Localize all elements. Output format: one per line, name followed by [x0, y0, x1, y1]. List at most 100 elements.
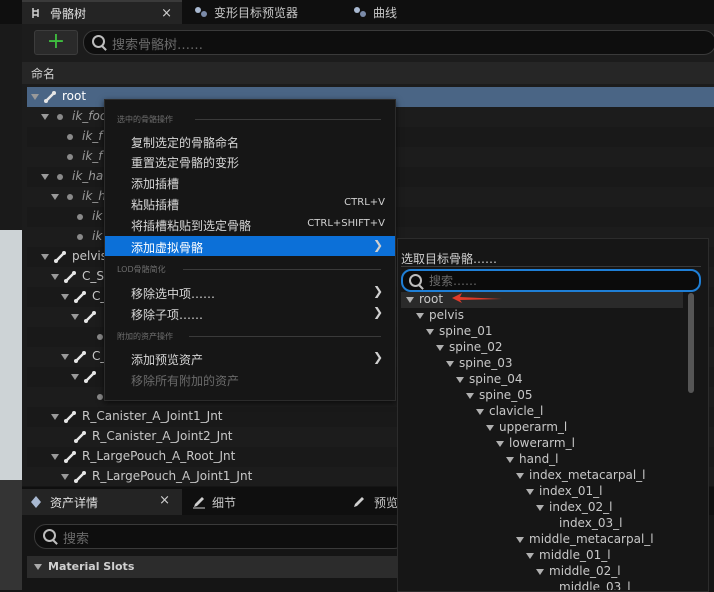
- bone-icon: [54, 251, 66, 263]
- tree-row-label: R_Canister_A_Joint1_Jnt: [82, 409, 223, 423]
- bone-icon: [44, 91, 56, 103]
- bone-list-item[interactable]: root: [401, 292, 683, 308]
- add-button[interactable]: +: [34, 30, 78, 55]
- bone-list-item[interactable]: lowerarm_l: [401, 436, 683, 452]
- menu-divider: [195, 119, 381, 120]
- context-menu: 选中的骨骼操作 复制选定的骨骼命名 重置选定骨骼的变形 添加插槽 粘贴插槽 CTR…: [104, 99, 396, 401]
- chevron-down-icon: [71, 314, 79, 320]
- tree-row-label: ik_foo: [72, 109, 108, 123]
- bone-list-item[interactable]: index_01_l: [401, 484, 683, 500]
- socket-dot-icon: [97, 394, 103, 400]
- bone-list-item[interactable]: spine_03: [401, 356, 683, 372]
- bone-icon: [64, 271, 76, 283]
- bone-list-item[interactable]: index_metacarpal_l: [401, 468, 683, 484]
- shortcut-label: CTRL+SHIFT+V: [307, 218, 385, 229]
- material-slots-label: Material Slots: [48, 560, 135, 573]
- chevron-down-icon: [71, 374, 79, 380]
- chevron-down-icon: [41, 174, 49, 180]
- curve-icon: [354, 7, 366, 17]
- chevron-down-icon: [34, 564, 42, 570]
- tree-row-label: R_LargePouch_A_Joint1_Jnt: [92, 469, 253, 483]
- bone-list-item[interactable]: upperarm_l: [401, 420, 683, 436]
- search-placeholder: 搜索骨骼树……: [112, 38, 204, 53]
- menu-item-add-virtual-bone[interactable]: 添加虚拟骨骼 ❯: [105, 236, 395, 256]
- search-input[interactable]: 搜索骨骼树……: [83, 30, 714, 55]
- tree-row-label: ik_ha: [72, 169, 104, 183]
- morph-target-icon: [195, 7, 207, 17]
- menu-item-paste-socket-to-bone[interactable]: 将插槽粘贴到选定骨骼 CTRL+SHIFT+V: [105, 214, 395, 234]
- tab-label: 细节: [212, 496, 237, 510]
- bone-list-item[interactable]: spine_02: [401, 340, 683, 356]
- bone-icon: [74, 471, 86, 483]
- close-icon[interactable]: ×: [159, 493, 170, 508]
- tab-asset-details[interactable]: 资产详情 ×: [22, 489, 182, 515]
- bone-list-item[interactable]: middle_01_l: [401, 548, 683, 564]
- bone-list-item[interactable]: pelvis: [401, 308, 683, 324]
- tree-row-label: root: [62, 89, 87, 103]
- tab-label: 资产详情: [50, 496, 99, 510]
- search-icon: [409, 274, 422, 287]
- search-placeholder: 搜索……: [429, 274, 478, 288]
- chevron-right-icon: ❯: [372, 350, 383, 364]
- bone-list-item[interactable]: middle_metacarpal_l: [401, 532, 683, 548]
- menu-item-remove-selected[interactable]: 移除选中项…… ❯: [105, 282, 395, 302]
- bone-list-item[interactable]: clavicle_l: [401, 404, 683, 420]
- search-icon: [92, 35, 105, 48]
- column-header-label: 命名: [31, 67, 56, 81]
- material-slots-header[interactable]: Material Slots: [27, 556, 397, 578]
- chevron-down-icon: [61, 294, 69, 300]
- menu-item-add-preview-asset[interactable]: 添加预览资产 ❯: [105, 348, 395, 368]
- bone-list-item[interactable]: middle_03_l: [401, 580, 683, 590]
- tree-row-label: ik_h: [82, 189, 106, 203]
- menu-section-title: 附加的资产操作: [117, 332, 173, 341]
- tab-curves[interactable]: 曲线: [345, 0, 465, 24]
- bone-list-item[interactable]: spine_01: [401, 324, 683, 340]
- tab-skeleton-tree[interactable]: 骨骼树 ×: [22, 0, 182, 24]
- bone-list-item[interactable]: hand_l: [401, 452, 683, 468]
- menu-item-paste-socket[interactable]: 粘贴插槽 CTRL+V: [105, 193, 395, 213]
- menu-item-copy-bone-names[interactable]: 复制选定的骨骼命名: [105, 131, 395, 151]
- tree-row-label: R_LargePouch_A_Root_Jnt: [82, 449, 236, 463]
- tab-morph-target-preview[interactable]: 变形目标预览器: [186, 0, 336, 24]
- menu-item-add-socket[interactable]: 添加插槽: [105, 172, 395, 192]
- tree-row-label: ik: [92, 229, 103, 243]
- close-icon[interactable]: ×: [161, 6, 172, 21]
- socket-dot-icon: [77, 214, 83, 220]
- submenu-scrollbar[interactable]: [688, 293, 694, 393]
- pick-target-bone-submenu: 选取目标骨骼…… 搜索…… root pelvis spine_01 spine…: [397, 238, 709, 592]
- chevron-right-icon: ❯: [372, 305, 383, 319]
- menu-item-remove-attached-assets: 移除所有附加的资产: [131, 374, 240, 388]
- socket-dot-icon: [97, 334, 103, 340]
- top-tab-bar: 骨骼树 × 变形目标预览器 曲线: [0, 0, 714, 24]
- bone-list-item[interactable]: spine_05: [401, 388, 683, 404]
- chevron-down-icon: [51, 194, 59, 200]
- bone-list-item[interactable]: middle_02_l: [401, 564, 683, 580]
- red-arrow-annotation: [452, 293, 502, 303]
- tab-label: 变形目标预览器: [214, 5, 299, 20]
- bone-list-item[interactable]: spine_04: [401, 372, 683, 388]
- menu-item-reset-bone-transforms[interactable]: 重置选定骨骼的变形: [105, 151, 395, 171]
- chevron-right-icon: ❯: [372, 284, 383, 298]
- menu-section-title: LOD骨骼简化: [117, 265, 166, 274]
- bone-list-item[interactable]: index_02_l: [401, 500, 683, 516]
- tree-row-label: R_Canister_A_Joint2_Jnt: [92, 429, 233, 443]
- details-search-input[interactable]: 搜索: [34, 524, 406, 549]
- chevron-down-icon: [61, 354, 69, 360]
- socket-dot-icon: [67, 134, 73, 140]
- tab-details[interactable]: 细节: [186, 489, 336, 515]
- socket-dot-icon: [77, 234, 83, 240]
- search-icon: [43, 529, 56, 542]
- left-window-edge: [0, 0, 22, 590]
- bone-list-item[interactable]: index_03_l: [401, 516, 683, 532]
- tab-preview[interactable]: 预览: [350, 489, 400, 515]
- chevron-down-icon: [31, 94, 39, 100]
- menu-item-remove-children[interactable]: 移除子项…… ❯: [105, 303, 395, 323]
- tree-row-label: ik_f: [82, 129, 103, 143]
- column-header[interactable]: 命名: [22, 62, 714, 84]
- tree-row-label: ik: [92, 209, 103, 223]
- bone-search-input[interactable]: 搜索……: [401, 269, 701, 292]
- menu-section-title: 选中的骨骼操作: [117, 115, 173, 124]
- submenu-title: 选取目标骨骼……: [401, 252, 498, 266]
- chevron-down-icon: [41, 114, 49, 120]
- socket-dot-icon: [57, 174, 63, 180]
